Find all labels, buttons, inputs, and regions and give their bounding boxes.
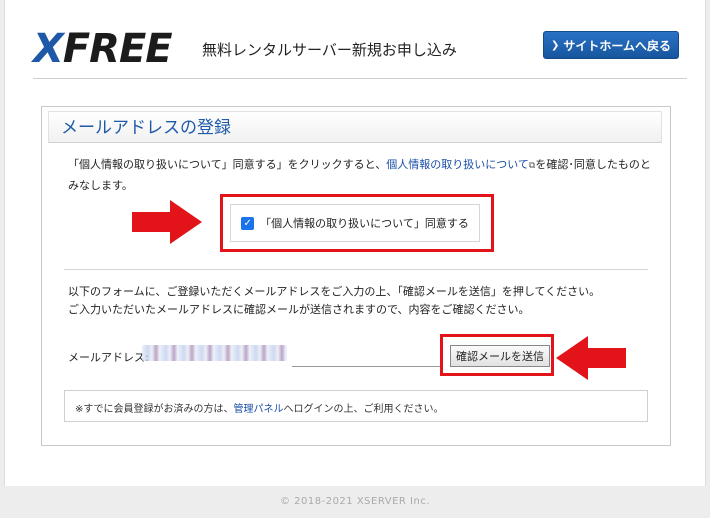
member-note: ※すでに会員登録がお済みの方は、管理パネルへログインの上、ご利用ください。 (75, 400, 443, 415)
email-registration-panel: メールアドレスの登録 「個人情報の取り扱いについて」同意する」をクリックすると、… (41, 106, 671, 446)
chevron-right-icon: ❯ (550, 39, 560, 51)
privacy-policy-link[interactable]: 個人情報の取り扱いについて (386, 158, 529, 171)
email-field[interactable] (292, 343, 442, 367)
consent-intro: 「個人情報の取り扱いについて」同意する」をクリックすると、個人情報の取り扱いにつ… (68, 155, 658, 195)
red-arrow-right-icon (132, 200, 202, 244)
panel-title: メールアドレスの登録 (61, 118, 231, 138)
email-field-label: メールアドレス: (68, 351, 149, 364)
highlight-frame-consent (220, 194, 494, 252)
note-text-a: ※すでに会員登録がお済みの方は、 (75, 404, 234, 415)
form-description-line-2: ご入力いただいたメールアドレスに確認メールが送信されますので、内容をご確認くださ… (68, 303, 530, 316)
header: XFREE 無料レンタルサーバー新規お申し込み ❯ サイトホームへ戻る (5, 0, 705, 80)
admin-panel-link[interactable]: 管理パネル (233, 404, 283, 415)
site-home-button-label: サイトホームへ戻る (563, 38, 672, 53)
form-description: 以下のフォームに、ご登録いただくメールアドレスをご入力の上、「確認メールを送信」… (68, 283, 658, 319)
member-note-box: ※すでに会員登録がお済みの方は、管理パネルへログインの上、ご利用ください。 (64, 390, 648, 422)
form-description-line-1: 以下のフォームに、ご登録いただくメールアドレスをご入力の上、「確認メールを送信」… (68, 285, 601, 298)
highlight-frame-send-button (440, 334, 554, 376)
header-divider (33, 78, 687, 79)
panel-title-bar: メールアドレスの登録 (48, 111, 662, 143)
site-home-button[interactable]: ❯ サイトホームへ戻る (543, 31, 679, 59)
header-tagline: 無料レンタルサーバー新規お申し込み (202, 41, 457, 59)
logo-rest: FREE (62, 26, 173, 72)
footer-copyright: © 2018-2021 XSERVER Inc. (279, 496, 431, 507)
red-arrow-left-icon (556, 336, 626, 380)
email-redacted-value (142, 345, 287, 361)
xfree-logo[interactable]: XFREE (33, 26, 173, 72)
note-text-b: へログインの上、ご利用ください。 (283, 404, 444, 415)
intro-text-a: 「個人情報の取り扱いについて」同意する」をクリックすると、 (68, 158, 387, 171)
section-divider (64, 269, 648, 270)
logo-x: X (33, 26, 64, 72)
